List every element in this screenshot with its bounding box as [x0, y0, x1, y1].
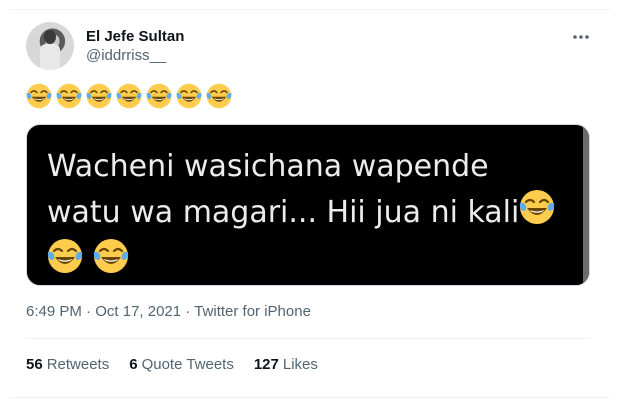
author-display-name[interactable]: El Jefe Sultan: [86, 27, 184, 46]
meta-separator: ·: [81, 303, 96, 320]
retweets-stat[interactable]: 56 Retweets: [26, 356, 109, 373]
engagement-stats: 56 Retweets 6 Quote Tweets 127 Likes: [26, 339, 594, 389]
more-dots-icon: [573, 35, 589, 39]
more-options-button[interactable]: [570, 26, 592, 48]
face-with-tears-of-joy-icon: [47, 238, 83, 285]
likes-stat[interactable]: 127 Likes: [254, 356, 318, 373]
media-line-2: watu wa magari... Hii jua ni kali: [47, 195, 520, 230]
bottom-divider: [10, 397, 610, 398]
quote-tweets-label: Quote Tweets: [141, 355, 234, 373]
avatar-head: [44, 30, 56, 44]
meta-separator: ·: [181, 303, 195, 320]
face-with-tears-of-joy-icon: [176, 83, 202, 115]
face-with-tears-of-joy-icon: [26, 83, 52, 115]
face-with-tears-of-joy-icon: [56, 83, 82, 115]
tweet-media-image[interactable]: Wacheni wasichana wapende watu wa magari…: [26, 124, 590, 286]
tweet: El Jefe Sultan @iddrriss__ Wacheni wasic…: [26, 20, 594, 389]
tweet-date[interactable]: Oct 17, 2021: [95, 303, 181, 320]
face-with-tears-of-joy-icon: [519, 189, 555, 238]
face-with-tears-of-joy-icon: [116, 83, 142, 115]
media-caption: Wacheni wasichana wapende watu wa magari…: [47, 145, 567, 285]
likes-label: Likes: [282, 355, 318, 373]
face-with-tears-of-joy-icon: [86, 83, 112, 115]
quote-tweets-count: 6: [129, 355, 138, 373]
likes-count: 127: [253, 355, 279, 373]
top-divider: [10, 9, 610, 10]
author-handle[interactable]: @iddrriss__: [86, 46, 184, 65]
tweet-meta: 6:49 PM · Oct 17, 2021 · Twitter for iPh…: [26, 302, 594, 322]
tweet-time[interactable]: 6:49 PM: [26, 303, 82, 320]
retweets-label: Retweets: [46, 355, 110, 373]
author-names: El Jefe Sultan @iddrriss__: [86, 27, 184, 65]
avatar-body: [40, 44, 60, 70]
avatar[interactable]: [26, 22, 74, 70]
media-line-1: Wacheni wasichana wapende: [47, 149, 489, 184]
quote-tweets-stat[interactable]: 6 Quote Tweets: [129, 356, 234, 373]
retweets-count: 56: [26, 355, 43, 373]
face-with-tears-of-joy-icon: [206, 83, 232, 115]
tweet-source[interactable]: Twitter for iPhone: [194, 303, 311, 320]
media-scrollbar: [583, 125, 589, 285]
tweet-text: [26, 83, 594, 115]
face-with-tears-of-joy-icon: [93, 238, 129, 285]
face-with-tears-of-joy-icon: [146, 83, 172, 115]
tweet-header: El Jefe Sultan @iddrriss__: [26, 20, 594, 72]
